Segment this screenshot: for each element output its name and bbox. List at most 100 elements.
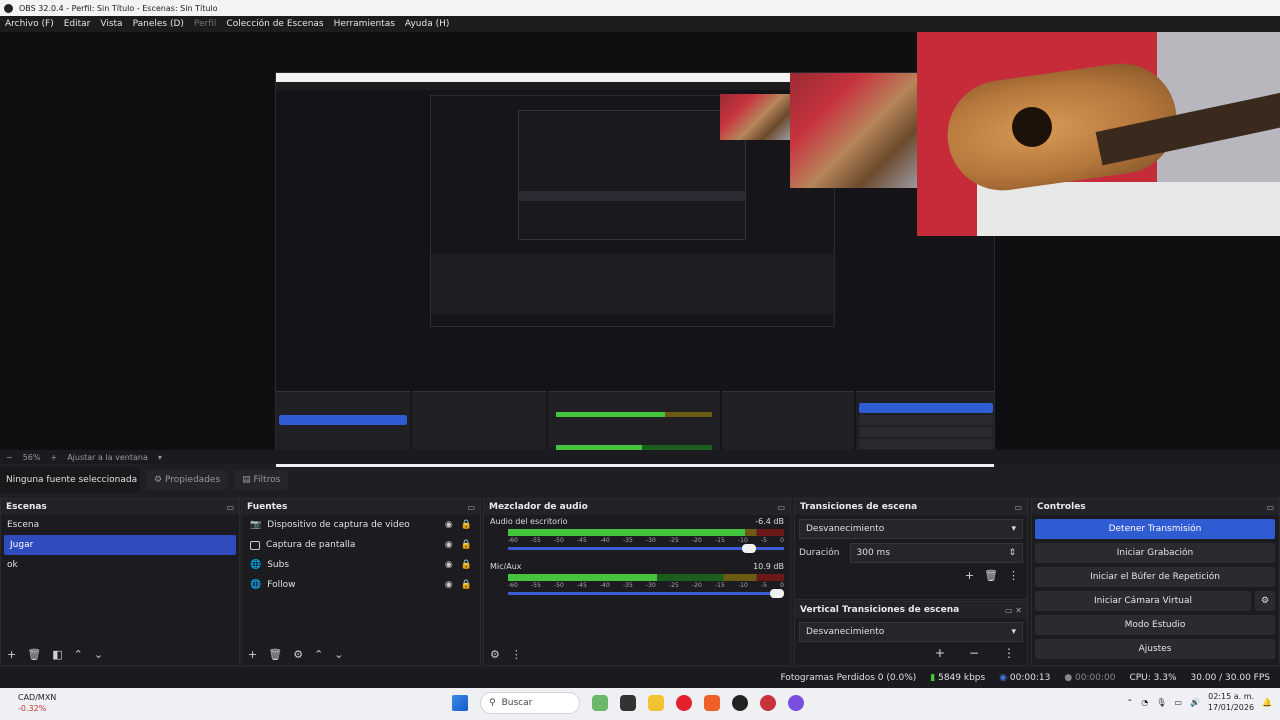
channel-db: 10.9 dB <box>753 562 784 571</box>
move-down-icon[interactable]: ⌄ <box>334 648 343 661</box>
network-icon[interactable]: ◔ <box>1141 698 1148 707</box>
zoom-out-icon[interactable]: − <box>6 453 13 462</box>
eye-icon[interactable]: ◉ <box>445 580 453 590</box>
duration-field[interactable]: 300 ms ⇕ <box>849 543 1023 563</box>
stop-streaming-button[interactable]: Detener Transmisión <box>1035 519 1275 539</box>
taskview-icon[interactable] <box>620 695 636 711</box>
eye-icon[interactable]: ◉ <box>445 560 453 570</box>
title-bar: OBS 32.0.4 - Perfil: Sin Título - Escena… <box>0 0 1280 16</box>
transition-select[interactable]: Desvanecimiento ▾ <box>799 519 1023 539</box>
meter-tick-label: -10 <box>738 582 748 589</box>
virtual-camera-settings-icon[interactable]: ⚙ <box>1255 591 1275 611</box>
menu-paneles[interactable]: Paneles (D) <box>128 19 189 29</box>
move-up-icon[interactable]: ⌃ <box>74 648 83 661</box>
lock-icon[interactable]: 🔒 <box>461 580 472 590</box>
volume-slider[interactable] <box>508 544 784 553</box>
signal-icon: ▮ <box>930 673 939 683</box>
flowers-icon[interactable] <box>592 695 608 711</box>
volume-meter <box>508 574 784 581</box>
file-explorer-icon[interactable] <box>648 695 664 711</box>
zoom-fit-label[interactable]: Ajustar a la ventana <box>67 453 148 462</box>
remove-transition-icon[interactable]: − <box>969 646 979 660</box>
mixer-settings-icon[interactable]: ⚙ <box>490 648 500 661</box>
globe-icon: 🌐 <box>250 560 262 570</box>
windows-start-icon[interactable] <box>452 695 468 711</box>
nested-screen-capture-3 <box>518 110 746 240</box>
remove-source-icon[interactable]: 🗑 <box>268 648 282 661</box>
zoom-dropdown-icon[interactable]: ▾ <box>158 453 162 462</box>
start-virtual-camera-button[interactable]: Iniciar Cámara Virtual <box>1035 591 1251 611</box>
start-recording-button[interactable]: Iniciar Grabación <box>1035 543 1275 563</box>
volume-slider[interactable] <box>508 589 784 598</box>
scene-item[interactable]: ok <box>1 555 239 575</box>
studio-mode-button[interactable]: Modo Estudio <box>1035 615 1275 635</box>
zoom-value: 56% <box>22 452 41 462</box>
lock-icon[interactable]: 🔒 <box>461 520 472 530</box>
lock-icon[interactable]: 🔒 <box>461 540 472 550</box>
move-down-icon[interactable]: ⌄ <box>94 648 103 661</box>
zoom-in-icon[interactable]: + <box>50 453 57 462</box>
scene-item[interactable]: Escena <box>1 515 239 535</box>
close-icon[interactable]: ▭ ✕ <box>1005 606 1022 615</box>
source-item[interactable]: 🌐 Follow ◉ 🔒 <box>242 575 480 595</box>
chevron-up-icon[interactable]: ⌃ <box>1127 698 1134 707</box>
menu-perfil[interactable]: Perfil <box>189 19 222 29</box>
add-transition-icon[interactable]: + <box>935 646 945 660</box>
mic-icon[interactable]: 🎙 <box>1156 698 1166 707</box>
menu-coleccion[interactable]: Colección de Escenas <box>221 19 328 29</box>
add-scene-icon[interactable]: + <box>7 648 16 661</box>
properties-button[interactable]: ⚙ Propiedades <box>146 470 229 490</box>
preview-canvas[interactable] <box>0 32 1280 477</box>
scene-item-selected[interactable]: Jugar <box>4 535 236 555</box>
volume-knob[interactable] <box>742 544 757 553</box>
scene-filters-icon[interactable]: ◧ <box>52 648 62 661</box>
source-item[interactable]: Captura de pantalla ◉ 🔒 <box>242 535 480 555</box>
app-icon[interactable] <box>788 695 804 711</box>
display-icon[interactable]: ▭ <box>1174 698 1182 707</box>
dock-float-icon[interactable]: ▭ <box>1266 503 1274 512</box>
context-bar: Ninguna fuente seleccionada ⚙ Propiedade… <box>0 467 1280 493</box>
dock-float-icon[interactable]: ▭ <box>226 503 234 512</box>
mixer-menu-icon[interactable]: ⋮ <box>511 648 522 661</box>
notifications-icon[interactable]: 🔔 <box>1262 698 1272 707</box>
opera-icon[interactable] <box>676 695 692 711</box>
meter-tick-label: -55 <box>531 582 541 589</box>
eye-icon[interactable]: ◉ <box>445 520 453 530</box>
obs-icon[interactable] <box>732 695 748 711</box>
meter-tick-label: -50 <box>554 582 564 589</box>
dock-float-icon[interactable]: ▭ <box>1014 503 1022 512</box>
settings-button[interactable]: Ajustes <box>1035 639 1275 659</box>
ticker-widget[interactable]: CAD/MXN -0.32% <box>18 692 56 714</box>
menu-ayuda[interactable]: Ayuda (H) <box>400 19 454 29</box>
volume-knob[interactable] <box>770 589 784 598</box>
start-replay-buffer-button[interactable]: Iniciar el Búfer de Repetición <box>1035 567 1275 587</box>
eye-icon[interactable]: ◉ <box>445 540 453 550</box>
move-up-icon[interactable]: ⌃ <box>314 648 323 661</box>
remove-scene-icon[interactable]: 🗑 <box>27 648 41 661</box>
lock-icon[interactable]: 🔒 <box>461 560 472 570</box>
dock-float-icon[interactable]: ▭ <box>777 503 785 512</box>
add-source-icon[interactable]: + <box>248 648 257 661</box>
source-item[interactable]: 📷 Dispositivo de captura de video ◉ 🔒 <box>242 515 480 535</box>
remove-transition-icon[interactable]: 🗑 <box>984 569 998 582</box>
menu-editar[interactable]: Editar <box>59 19 96 29</box>
source-properties-icon[interactable]: ⚙ <box>293 648 303 661</box>
menu-archivo[interactable]: Archivo (F) <box>0 19 59 29</box>
volume-icon[interactable]: 🔊 <box>1190 698 1200 707</box>
transition-menu-icon[interactable]: ⋮ <box>1003 646 1015 660</box>
brave-icon[interactable] <box>704 695 720 711</box>
meter-tick-label: -30 <box>646 537 656 544</box>
webcam-source[interactable] <box>917 32 1280 236</box>
add-transition-icon[interactable]: + <box>965 569 974 582</box>
source-item[interactable]: 🌐 Subs ◉ 🔒 <box>242 555 480 575</box>
taskbar-search[interactable]: ⚲ Buscar <box>480 692 580 714</box>
dropped-frames: Fotogramas Perdidos 0 (0.0%) <box>780 673 917 683</box>
filters-button[interactable]: ▤ Filtros <box>234 470 289 490</box>
opera-gx-icon[interactable] <box>760 695 776 711</box>
clock[interactable]: 02:15 a. m. 17/01/2026 <box>1208 691 1254 713</box>
dock-float-icon[interactable]: ▭ <box>467 503 475 512</box>
menu-vista[interactable]: Vista <box>95 19 127 29</box>
vertical-transition-select[interactable]: Desvanecimiento ▾ <box>799 622 1023 642</box>
menu-herramientas[interactable]: Herramientas <box>329 19 400 29</box>
transition-menu-icon[interactable]: ⋮ <box>1008 569 1019 582</box>
